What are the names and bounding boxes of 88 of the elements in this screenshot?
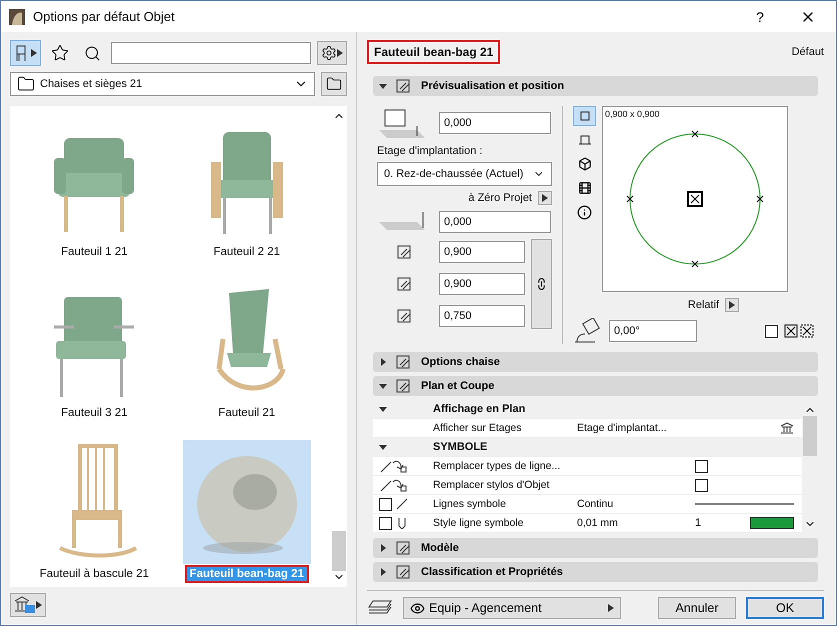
property-value: Etage d'implantat... xyxy=(577,422,668,434)
input-field[interactable]: 0,000 xyxy=(439,112,551,134)
relative-button[interactable] xyxy=(725,298,740,312)
property-value: Continu xyxy=(577,498,614,510)
section-header[interactable]: Options chaise xyxy=(373,352,818,372)
group-label: SYMBOLE xyxy=(433,441,488,453)
section-header[interactable]: Plan et Coupe xyxy=(373,376,818,396)
section-header[interactable]: Modèle xyxy=(373,538,818,558)
scrollbar-thumb[interactable] xyxy=(803,416,817,456)
anchor-icon xyxy=(784,324,814,338)
scrollbar-thumb[interactable] xyxy=(332,531,346,571)
caret-icon[interactable] xyxy=(379,405,387,413)
help-button[interactable]: ? xyxy=(740,2,780,30)
group-label: Affichage en Plan xyxy=(433,403,526,415)
input-field[interactable]: 0,900 xyxy=(439,241,525,263)
triangle-icon xyxy=(337,49,343,57)
property-label: Afficher sur Etages xyxy=(433,422,523,434)
caret-icon[interactable] xyxy=(379,443,387,451)
section-header[interactable]: Classification et Propriétés xyxy=(373,562,818,582)
input-field[interactable]: 0,900 xyxy=(439,273,525,295)
reference-label: à Zéro Projet xyxy=(468,192,532,204)
object-label[interactable]: Fauteuil 3 21 xyxy=(58,406,130,420)
settings-icon xyxy=(321,45,337,61)
caret-icon xyxy=(379,568,387,576)
layer-dropdown[interactable]: Equip - Agencement xyxy=(403,597,621,619)
cancel-button[interactable]: Annuler xyxy=(658,597,736,619)
folder-icon xyxy=(326,76,342,92)
property-label: Lignes symbole xyxy=(433,498,507,510)
input-field[interactable]: 0,750 xyxy=(439,305,525,327)
caret-icon xyxy=(379,382,387,390)
ok-button[interactable]: OK xyxy=(746,597,824,619)
triangle-icon xyxy=(608,604,614,612)
view-button[interactable] xyxy=(573,106,596,126)
property-label: Style ligne symbole xyxy=(433,517,524,529)
reference-button[interactable] xyxy=(538,191,552,205)
object-label[interactable]: Fauteuil 21 xyxy=(215,406,278,420)
angle-field[interactable]: 0,00° xyxy=(609,320,697,342)
rotation-icon xyxy=(573,318,603,344)
object-label[interactable]: Fauteuil 1 21 xyxy=(58,245,130,259)
app-icon xyxy=(9,8,25,24)
object-name: Fauteuil bean-bag 21 xyxy=(367,40,500,64)
folder-dropdown[interactable]: Chaises et sièges 21 xyxy=(10,72,315,96)
building-icon xyxy=(780,422,794,434)
property-label: Remplacer stylos d'Objet xyxy=(433,479,550,491)
triangle-icon xyxy=(542,194,548,202)
film-icon xyxy=(578,181,592,195)
size-label: 0,900 x 0,900 xyxy=(605,109,660,119)
folder-icon xyxy=(17,75,35,93)
search-icon xyxy=(84,44,100,62)
property-value: 0,01 mm xyxy=(577,517,619,529)
pen-number: 1 xyxy=(695,517,702,529)
triangle-icon xyxy=(31,49,37,57)
triangle-icon xyxy=(729,301,736,309)
property-label: Remplacer types de ligne... xyxy=(433,460,562,472)
search-field[interactable] xyxy=(111,42,311,64)
library-icon xyxy=(14,596,36,614)
chair-menu-button[interactable] xyxy=(10,40,41,66)
caret-icon xyxy=(379,358,387,366)
caret-icon xyxy=(379,82,387,90)
pen-icon xyxy=(396,517,408,529)
object-label[interactable]: Fauteuil à bascule 21 xyxy=(36,567,152,581)
square-icon xyxy=(578,110,590,122)
override-icon xyxy=(379,478,409,492)
mode-label: Défaut xyxy=(792,46,824,58)
info-icon xyxy=(577,204,592,220)
pen-swatch[interactable] xyxy=(750,517,794,529)
eye-icon xyxy=(410,600,425,616)
input-field[interactable]: 0,000 xyxy=(439,211,551,233)
triangle-icon xyxy=(36,601,42,609)
checkbox[interactable] xyxy=(379,516,392,530)
settings-button[interactable] xyxy=(317,41,347,65)
window-title: Options par défaut Objet xyxy=(33,9,176,24)
section-icon xyxy=(578,134,592,146)
checkbox[interactable] xyxy=(695,460,708,472)
line-icon xyxy=(396,498,408,510)
parent-folder-button[interactable] xyxy=(321,72,347,96)
checkbox[interactable] xyxy=(765,324,778,338)
checkbox[interactable] xyxy=(379,498,392,510)
object-label[interactable]: Fauteuil 2 21 xyxy=(210,245,283,259)
relative-label: Relatif xyxy=(688,299,720,311)
field-label: Etage d'implantation : xyxy=(377,145,484,157)
star-icon xyxy=(51,44,69,62)
library-button[interactable] xyxy=(10,593,46,617)
section-header[interactable]: Prévisualisation et position xyxy=(373,76,818,96)
caret-icon xyxy=(379,544,387,552)
story-dropdown[interactable]: 0. Rez-de-chaussée (Actuel) xyxy=(377,162,552,186)
override-icon xyxy=(379,459,409,473)
checkbox[interactable] xyxy=(695,478,708,492)
